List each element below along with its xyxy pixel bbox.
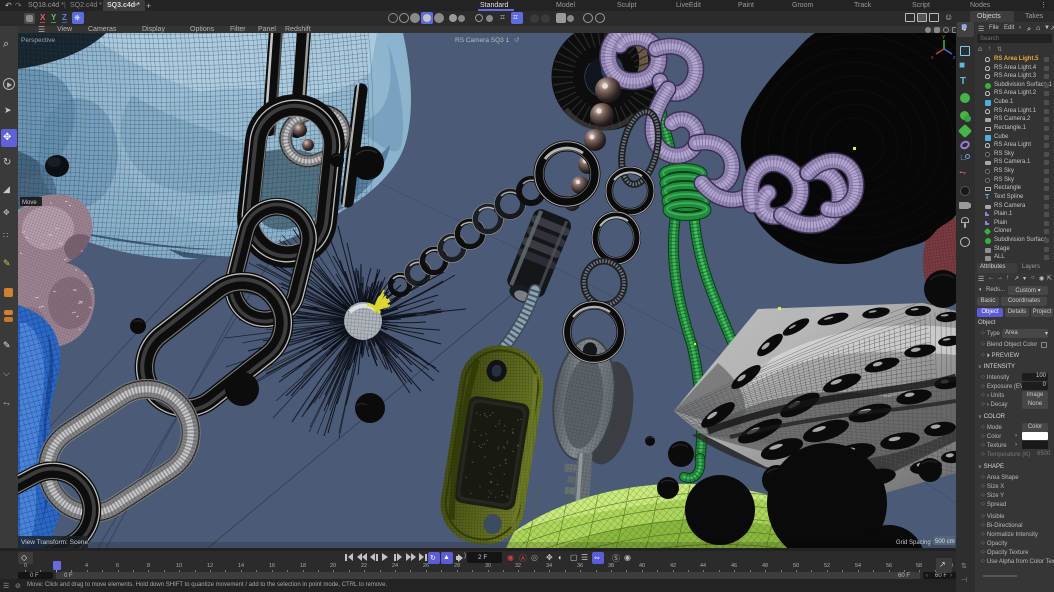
svg-text:500 cm: 500 cm bbox=[935, 539, 955, 545]
svg-text:↺: ↺ bbox=[514, 37, 520, 44]
svg-text:Grid Spacing :: Grid Spacing : bbox=[896, 540, 934, 546]
svg-text:Move: Move bbox=[22, 200, 37, 206]
svg-text:Perspective: Perspective bbox=[21, 37, 55, 44]
svg-text:RS Camera SQ3 1: RS Camera SQ3 1 bbox=[455, 37, 510, 44]
svg-text:View Transform: Scene: View Transform: Scene bbox=[21, 539, 88, 546]
